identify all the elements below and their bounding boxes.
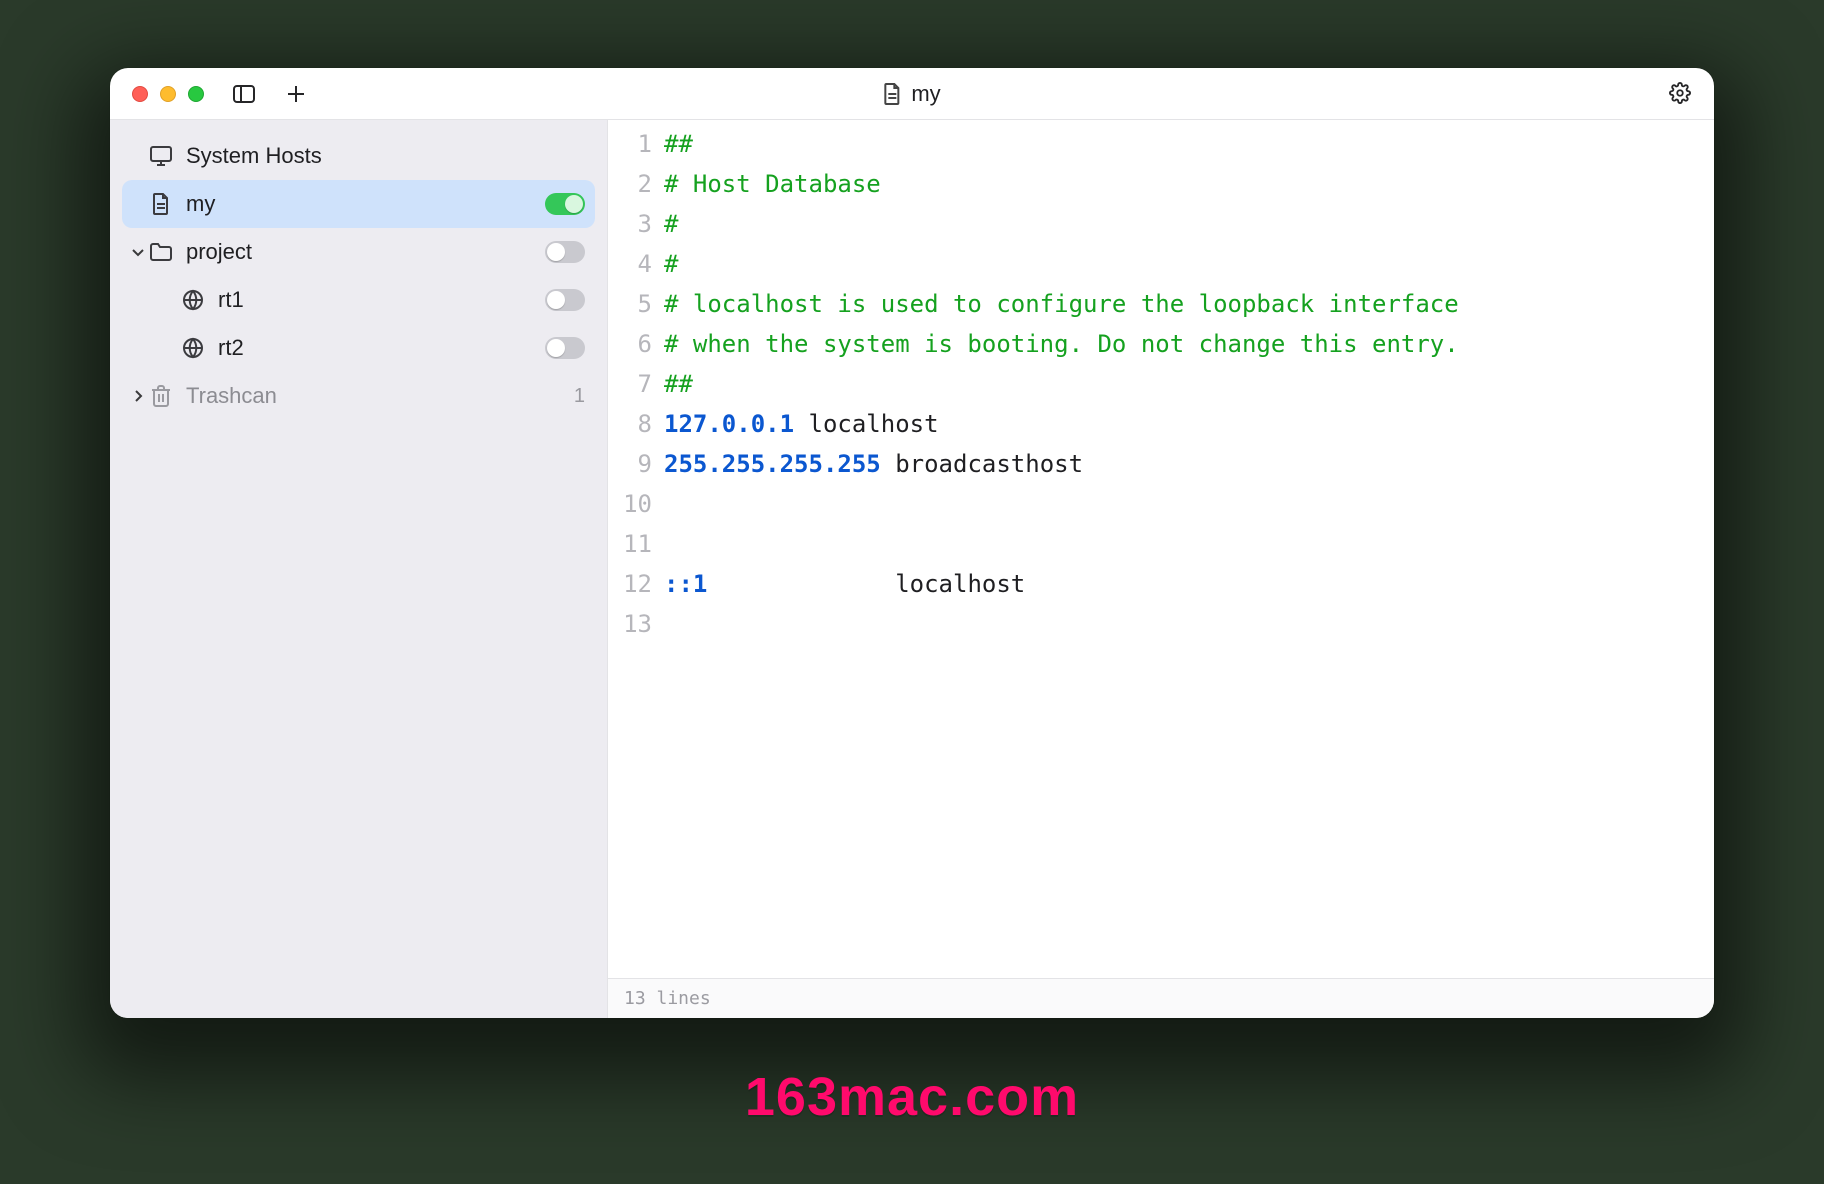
code-line[interactable] [664,604,1698,644]
titlebar: my [110,68,1714,120]
code-line[interactable]: # [664,204,1698,244]
watermark-text: 163mac.com [745,1066,1079,1128]
folder-icon [148,239,174,265]
minimize-window-button[interactable] [160,86,176,102]
zoom-window-button[interactable] [188,86,204,102]
enable-toggle[interactable] [545,289,585,311]
status-text: 13 lines [624,988,711,1009]
line-number: 3 [608,204,652,244]
sidebar-item-label: Trashcan [186,383,564,409]
globe-icon [180,287,206,313]
sidebar-item-rt2[interactable]: rt2 [122,324,595,372]
code-line[interactable]: ## [664,124,1698,164]
file-icon [148,191,174,217]
line-number: 6 [608,324,652,364]
sidebar-item-label: rt1 [218,287,545,313]
toggle-sidebar-button[interactable] [230,80,258,108]
code-line[interactable]: 255.255.255.255 broadcasthost [664,444,1698,484]
sidebar-item-my[interactable]: my [122,180,595,228]
window-title: my [883,81,940,107]
file-icon [883,83,901,105]
line-number: 12 [608,564,652,604]
code-line[interactable]: # [664,244,1698,284]
code-line[interactable]: # when the system is booting. Do not cha… [664,324,1698,364]
trash-count: 1 [574,385,585,408]
line-number: 11 [608,524,652,564]
sidebar-item-rt1[interactable]: rt1 [122,276,595,324]
line-number: 2 [608,164,652,204]
sidebar-item-trashcan[interactable]: Trashcan 1 [122,372,595,420]
code-editor[interactable]: 12345678910111213 ### Host Database### l… [608,120,1714,978]
line-gutter: 12345678910111213 [608,124,664,978]
add-button[interactable] [282,80,310,108]
sidebar: System Hosts my [110,120,608,1018]
code-line[interactable]: # localhost is used to configure the loo… [664,284,1698,324]
monitor-icon [148,143,174,169]
sidebar-item-label: System Hosts [186,143,585,169]
code-line[interactable] [664,484,1698,524]
code-line[interactable]: ## [664,364,1698,404]
globe-icon [180,335,206,361]
code-line[interactable] [664,524,1698,564]
line-number: 13 [608,604,652,644]
status-bar: 13 lines [608,978,1714,1018]
sidebar-item-label: project [186,239,545,265]
sidebar-icon [233,85,255,103]
settings-button[interactable] [1666,79,1694,107]
chevron-right-icon[interactable] [128,389,148,403]
line-number: 7 [608,364,652,404]
code-line[interactable]: ::1 localhost [664,564,1698,604]
line-number: 9 [608,444,652,484]
trash-icon [148,383,174,409]
line-number: 10 [608,484,652,524]
code-line[interactable]: # Host Database [664,164,1698,204]
gear-icon [1669,82,1691,104]
sidebar-item-label: rt2 [218,335,545,361]
code-line[interactable]: 127.0.0.1 localhost [664,404,1698,444]
code-content[interactable]: ### Host Database### localhost is used t… [664,124,1714,978]
app-window: my [110,68,1714,1018]
line-number: 4 [608,244,652,284]
chevron-down-icon[interactable] [128,245,148,259]
line-number: 5 [608,284,652,324]
enable-toggle[interactable] [545,241,585,263]
editor-pane: 12345678910111213 ### Host Database### l… [608,120,1714,1018]
sidebar-item-label: my [186,191,545,217]
window-controls [110,86,204,102]
close-window-button[interactable] [132,86,148,102]
line-number: 8 [608,404,652,444]
sidebar-item-system-hosts[interactable]: System Hosts [122,132,595,180]
sidebar-item-project[interactable]: project [122,228,595,276]
enable-toggle[interactable] [545,193,585,215]
line-number: 1 [608,124,652,164]
plus-icon [287,85,305,103]
window-title-text: my [911,81,940,107]
enable-toggle[interactable] [545,337,585,359]
